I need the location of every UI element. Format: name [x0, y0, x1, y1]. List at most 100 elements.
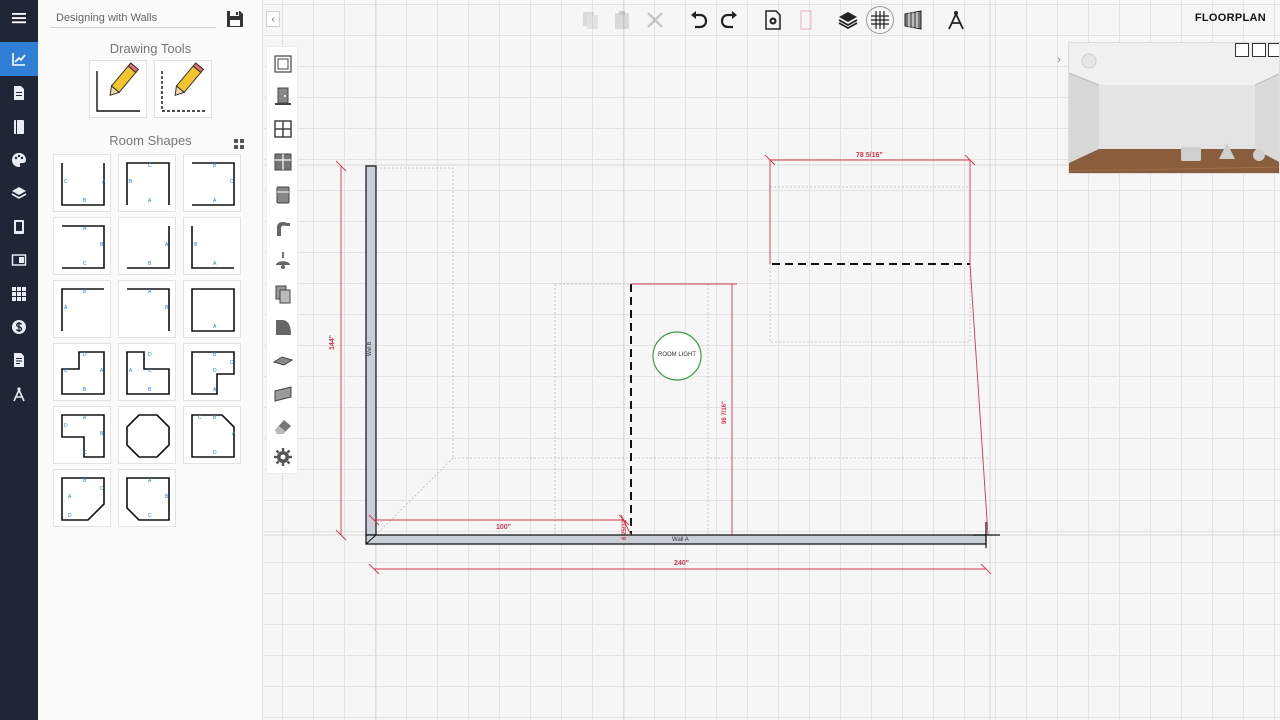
- svg-text:B: B: [83, 478, 87, 484]
- svg-text:A: A: [64, 305, 68, 311]
- room-shape-square-open-top[interactable]: C A B: [53, 154, 111, 212]
- curved-wall-icon[interactable]: [272, 316, 294, 338]
- settings-gear-icon[interactable]: [272, 446, 294, 468]
- wall-b-length-label: 144": [329, 335, 336, 350]
- menu-icon[interactable]: [0, 1, 38, 35]
- report-icon[interactable]: [0, 343, 38, 377]
- svg-text:B: B: [148, 261, 152, 267]
- room-shape-clipped-corner-bottom-left[interactable]: ABC: [118, 469, 176, 527]
- room-shape-corner-right[interactable]: AB: [118, 217, 176, 275]
- palette-icon[interactable]: [0, 143, 38, 177]
- svg-text:A: A: [83, 226, 87, 232]
- room-shape-square-open-left[interactable]: B C A: [183, 154, 241, 212]
- svg-text:C: C: [64, 179, 68, 185]
- measure-icon[interactable]: [942, 6, 970, 34]
- duplicate-icon[interactable]: [272, 283, 294, 305]
- room-shape-l-notch-bottom-left[interactable]: ABCD: [53, 406, 111, 464]
- eraser-icon[interactable]: [272, 415, 294, 437]
- room-shape-square-closed[interactable]: ABC: [53, 217, 111, 275]
- chart-line-icon[interactable]: [0, 42, 38, 76]
- svg-text:C: C: [148, 513, 152, 519]
- opening-height-label: 98 7/16": [722, 401, 728, 424]
- room-shape-l-notch-top-left[interactable]: DACB: [53, 343, 111, 401]
- panel-icon[interactable]: [0, 243, 38, 277]
- wall-panel-icon[interactable]: [272, 382, 294, 404]
- svg-text:B: B: [83, 198, 87, 204]
- 3d-preview-panel[interactable]: [1068, 42, 1280, 174]
- faucet-icon[interactable]: [272, 217, 294, 239]
- project-name-input[interactable]: [50, 8, 216, 28]
- room-shape-corner-top-right[interactable]: AB: [118, 280, 176, 338]
- room-shape-clipped-corner-bottom[interactable]: A B C D: [53, 469, 111, 527]
- document-icon[interactable]: [0, 76, 38, 110]
- svg-text:D: D: [68, 513, 72, 519]
- svg-text:B: B: [213, 352, 217, 358]
- redo-icon[interactable]: [716, 6, 744, 34]
- floor-icon[interactable]: [272, 349, 294, 371]
- room-shapes-heading: Room Shapes: [109, 133, 192, 148]
- room-shape-corner-left[interactable]: BA: [183, 217, 241, 275]
- tablet-icon[interactable]: [0, 210, 38, 244]
- room-select-icon[interactable]: [272, 53, 294, 75]
- room-light-label: ROOM LIGHT: [657, 352, 696, 358]
- room-shape-corner-top-left[interactable]: BA: [53, 280, 111, 338]
- room-shape-square-open-right[interactable]: B C A: [118, 154, 176, 212]
- cabinet-window-icon[interactable]: [272, 151, 294, 173]
- rect-width-label: 78 5/16": [856, 152, 883, 159]
- collapse-panel-button[interactable]: ‹: [266, 11, 280, 27]
- svg-text:B: B: [213, 415, 217, 421]
- svg-text:D: D: [213, 450, 217, 456]
- preview-fullscreen-icon[interactable]: [1268, 43, 1279, 57]
- room-shape-l-notch-bottom-right[interactable]: BCDA: [183, 343, 241, 401]
- layers-icon[interactable]: [0, 176, 38, 210]
- svg-text:A: A: [213, 198, 217, 204]
- room-shape-octagon[interactable]: [118, 406, 176, 464]
- window-icon[interactable]: [272, 118, 294, 140]
- paste-icon[interactable]: [608, 6, 636, 34]
- settings-document-icon[interactable]: [759, 6, 787, 34]
- save-icon[interactable]: [226, 10, 244, 28]
- svg-text:A: A: [213, 261, 217, 267]
- grid-view-icon[interactable]: [234, 136, 244, 149]
- ceiling-light-icon[interactable]: [272, 250, 294, 272]
- appliance-icon[interactable]: [272, 184, 294, 206]
- preview-expand-button[interactable]: ›: [1052, 52, 1066, 68]
- nav-rail: [0, 0, 38, 720]
- svg-text:A: A: [68, 494, 72, 500]
- compass-icon[interactable]: [0, 377, 38, 411]
- object-toolbox: [266, 46, 298, 474]
- svg-text:B: B: [194, 242, 198, 248]
- svg-text:A: A: [83, 415, 87, 421]
- preview-mode-2-icon[interactable]: [1252, 43, 1266, 57]
- svg-text:C: C: [148, 368, 152, 374]
- svg-text:B: B: [83, 387, 87, 393]
- dollar-icon[interactable]: [0, 310, 38, 344]
- app-window: Drawing Tools Room Shapes: [0, 0, 1280, 720]
- svg-text:C: C: [100, 486, 104, 492]
- drawing-tools-heading: Drawing Tools: [109, 41, 192, 56]
- svg-text:C: C: [64, 368, 68, 374]
- view-mode-label: FLOORPLAN: [1194, 12, 1266, 24]
- preview-mode-1-icon[interactable]: [1235, 43, 1249, 57]
- wall-3d-icon[interactable]: [899, 6, 927, 34]
- grid-icon[interactable]: [866, 6, 894, 34]
- door-icon[interactable]: [272, 85, 294, 107]
- svg-text:A: A: [148, 478, 152, 484]
- segment-left-label: 100": [496, 524, 511, 531]
- room-shape-l-notch-top-right[interactable]: D C A B: [118, 343, 176, 401]
- draw-dashed-wall-tool[interactable]: [154, 60, 212, 118]
- svg-text:C: C: [148, 163, 152, 169]
- room-shape-square[interactable]: A: [183, 280, 241, 338]
- svg-text:D: D: [148, 352, 152, 358]
- copy-icon[interactable]: [576, 6, 604, 34]
- layers-icon[interactable]: [834, 6, 862, 34]
- grid-icon[interactable]: [0, 277, 38, 311]
- undo-icon[interactable]: [684, 6, 712, 34]
- room-shape-clipped-corner-right[interactable]: C B A D: [183, 406, 241, 464]
- book-icon[interactable]: [0, 110, 38, 144]
- door-icon[interactable]: [792, 6, 820, 34]
- delete-icon[interactable]: [641, 6, 669, 34]
- svg-text:C: C: [83, 261, 87, 267]
- draw-wall-tool[interactable]: [89, 60, 147, 118]
- svg-text:B: B: [148, 387, 152, 393]
